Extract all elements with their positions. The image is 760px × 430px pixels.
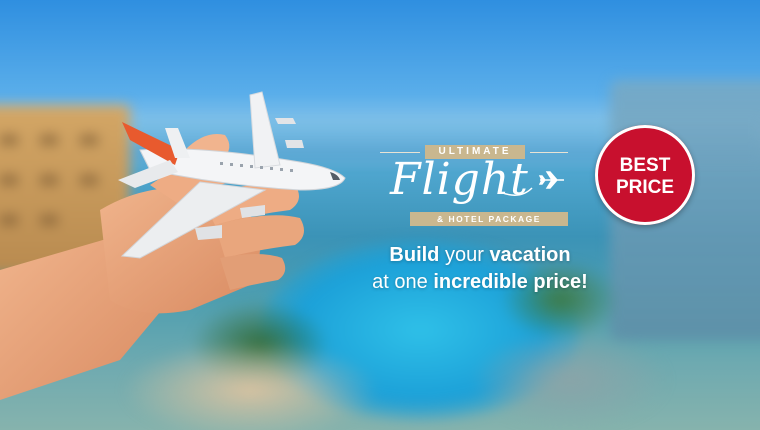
logo-hotel-package-label: & HOTEL PACKAGE xyxy=(410,212,568,226)
rocks xyxy=(470,330,670,430)
headline-line-1: Build your vacation xyxy=(340,242,620,269)
best-price-badge: BEST PRICE xyxy=(595,125,695,225)
headline-at-one: at one xyxy=(372,271,434,293)
logo-divider-right xyxy=(530,152,568,153)
toy-airplane xyxy=(118,91,346,259)
flight-hotel-package-logo: ULTIMATE Flight & HOTEL PACKAGE xyxy=(380,142,570,228)
airplane-icon xyxy=(538,171,564,189)
headline-line-2: at one incredible price! xyxy=(340,269,620,296)
headline-vacation: vacation xyxy=(489,244,571,266)
headline-your: your xyxy=(439,244,490,266)
promo-headline: Build your vacation at one incredible pr… xyxy=(340,242,620,296)
headline-build: Build xyxy=(389,244,440,266)
badge-line-best: BEST xyxy=(619,155,671,176)
promo-banner[interactable]: ULTIMATE Flight & HOTEL PACKAGE Build yo… xyxy=(0,0,760,430)
badge-line-price: PRICE xyxy=(615,177,675,198)
headline-incredible-price: incredible price! xyxy=(433,271,588,293)
